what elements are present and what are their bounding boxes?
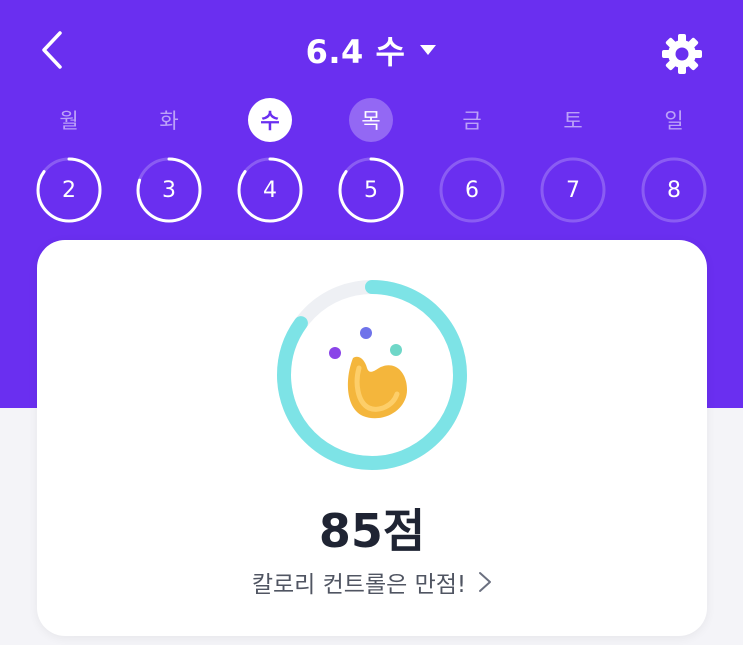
day-progress-ring: 6 [438, 156, 506, 224]
settings-button[interactable] [656, 28, 708, 80]
day-date: 2 [62, 177, 76, 203]
day-progress-ring: 8 [640, 156, 708, 224]
daily-score-card: 85점 칼로리 컨트롤은 만점! [37, 240, 707, 636]
weekday-label: 화 [159, 109, 179, 133]
weekday-label-today: 목 [349, 98, 393, 142]
day-item-thu[interactable]: 목 5 [331, 98, 411, 228]
daily-score: 85점 [318, 504, 426, 558]
day-date: 7 [566, 177, 580, 203]
page-title: 6.4 수 [305, 33, 406, 71]
day-item-sat[interactable]: 토 7 [533, 98, 613, 228]
mascot-character-icon [329, 327, 407, 419]
gear-icon [662, 34, 702, 74]
day-progress-ring: 7 [539, 156, 607, 224]
day-progress-ring: 2 [35, 156, 103, 224]
weekday-label-selected: 수 [248, 98, 292, 142]
day-date: 6 [465, 177, 479, 203]
score-progress-ring [277, 280, 467, 470]
caret-down-icon [420, 45, 437, 55]
day-date: 4 [263, 177, 277, 203]
chevron-right-icon [479, 572, 492, 592]
day-item-wed[interactable]: 수 4 [230, 98, 310, 228]
weekday-label: 토 [563, 109, 583, 133]
date-selector-dropdown[interactable]: 6.4 수 [0, 26, 743, 74]
day-progress-ring: 5 [337, 156, 405, 224]
weekday-label: 월 [59, 109, 79, 133]
day-date: 3 [162, 177, 176, 203]
week-calendar: 월 2 화 3 수 4 목 5 금 6 토 7 일 8 [0, 98, 743, 228]
day-progress-ring: 3 [135, 156, 203, 224]
day-date: 8 [667, 177, 681, 203]
day-item-mon[interactable]: 월 2 [29, 98, 109, 228]
day-item-sun[interactable]: 일 8 [634, 98, 714, 228]
top-bar: 6.4 수 [0, 0, 743, 100]
day-progress-ring: 4 [236, 156, 304, 224]
day-date: 5 [364, 177, 378, 203]
score-detail-link[interactable]: 칼로리 컨트롤은 만점! [37, 562, 707, 602]
day-item-fri[interactable]: 금 6 [432, 98, 512, 228]
day-item-tue[interactable]: 화 3 [129, 98, 209, 228]
weekday-label: 일 [664, 109, 684, 133]
score-message: 칼로리 컨트롤은 만점! [251, 572, 467, 598]
weekday-label: 금 [462, 109, 482, 133]
